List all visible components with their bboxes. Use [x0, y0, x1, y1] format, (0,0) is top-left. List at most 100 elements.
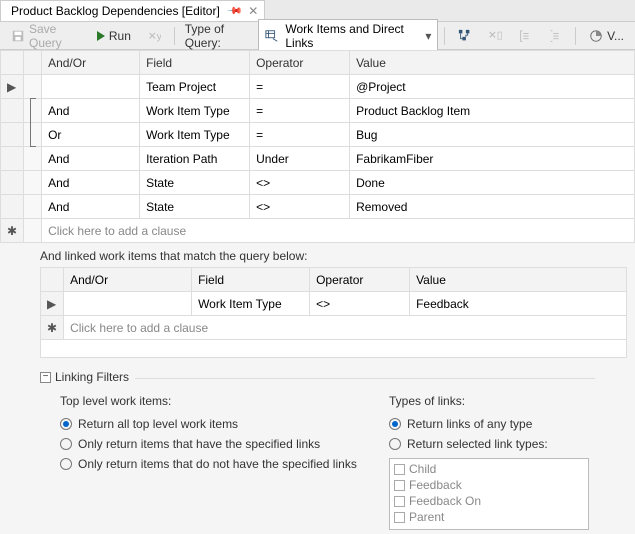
top-level-radio[interactable]: Only return items that have the specifie…	[60, 434, 369, 454]
close-icon[interactable]: ✕	[248, 4, 258, 18]
expander-icon[interactable]: −	[40, 372, 51, 383]
link-type-item[interactable]: Parent	[392, 509, 586, 525]
top-level-radio[interactable]: Return all top level work items	[60, 414, 369, 434]
linked-andor-header[interactable]: And/Or	[64, 268, 192, 292]
linked-clause-row[interactable]: ▶ Work Item Type<>Feedback	[41, 292, 627, 316]
operator-cell[interactable]: Under	[250, 147, 350, 171]
view-label: V...	[607, 29, 624, 43]
linking-filters-legend[interactable]: − Linking Filters	[40, 370, 135, 384]
andor-cell[interactable]: And	[42, 147, 140, 171]
field-cell[interactable]: Team Project	[140, 75, 250, 99]
view-button[interactable]: V...	[582, 25, 631, 47]
linked-intro: And linked work items that match the que…	[0, 243, 635, 263]
linked-new-clause-row[interactable]: ✱ Click here to add a clause	[41, 316, 627, 340]
group-header	[24, 51, 42, 75]
field-cell[interactable]: State	[140, 171, 250, 195]
field-header[interactable]: Field	[140, 51, 250, 75]
play-icon	[97, 31, 105, 41]
row-gutter: ▶	[1, 75, 24, 99]
link-types-label: Types of links:	[389, 394, 589, 408]
link-type-label: Child	[409, 462, 436, 476]
andor-cell[interactable]: And	[42, 99, 140, 123]
stop-button: ✕y	[140, 25, 168, 47]
clause-row[interactable]: AndState<>Removed	[1, 195, 635, 219]
operator-cell[interactable]: =	[250, 99, 350, 123]
operator-cell[interactable]: =	[250, 75, 350, 99]
operator-cell[interactable]: <>	[310, 292, 410, 316]
radio-label: Only return items that have the specifie…	[78, 437, 320, 451]
new-clause-placeholder[interactable]: Click here to add a clause	[42, 219, 635, 243]
tree-button[interactable]	[451, 25, 479, 47]
value-cell[interactable]: Bug	[350, 123, 635, 147]
field-cell[interactable]: State	[140, 195, 250, 219]
link-types-column: Types of links: Return links of any type…	[389, 394, 589, 530]
save-query-button[interactable]: Save Query	[4, 18, 88, 54]
link-type-radio[interactable]: Return links of any type	[389, 414, 589, 434]
checkbox-icon[interactable]	[394, 464, 405, 475]
group-cell	[24, 123, 42, 147]
radio-icon	[389, 438, 401, 450]
field-cell[interactable]: Iteration Path	[140, 147, 250, 171]
group-cell	[24, 171, 42, 195]
field-cell[interactable]: Work Item Type	[140, 123, 250, 147]
link-type-label: Feedback	[409, 478, 462, 492]
radio-label: Return all top level work items	[78, 417, 238, 431]
link-type-item[interactable]: Feedback	[392, 477, 586, 493]
new-clause-row[interactable]: ✱ Click here to add a clause	[1, 219, 635, 243]
radio-label: Only return items that do not have the s…	[78, 457, 357, 471]
operator-cell[interactable]: <>	[250, 171, 350, 195]
value-cell[interactable]: Done	[350, 171, 635, 195]
linked-field-header[interactable]: Field	[192, 268, 310, 292]
clause-row[interactable]: AndWork Item Type=Product Backlog Item	[1, 99, 635, 123]
new-row-gutter: ✱	[1, 219, 24, 243]
andor-cell[interactable]	[64, 292, 192, 316]
value-cell[interactable]: @Project	[350, 75, 635, 99]
linked-new-clause-placeholder[interactable]: Click here to add a clause	[64, 316, 627, 340]
andor-header[interactable]: And/Or	[42, 51, 140, 75]
clause-row[interactable]: ▶ Team Project=@Project	[1, 75, 635, 99]
link-type-item[interactable]: Feedback On	[392, 493, 586, 509]
value-cell[interactable]: FabrikamFiber	[350, 147, 635, 171]
clause-row[interactable]: OrWork Item Type=Bug	[1, 123, 635, 147]
andor-cell[interactable]: And	[42, 195, 140, 219]
stop-icon: ✕y	[147, 29, 161, 43]
checkbox-icon[interactable]	[394, 480, 405, 491]
linked-empty-row	[41, 340, 627, 358]
row-gutter: ▶	[41, 292, 64, 316]
query-type-select[interactable]: Work Items and Direct Links ▾	[258, 19, 438, 53]
value-cell[interactable]: Product Backlog Item	[350, 99, 635, 123]
row-gutter	[1, 123, 24, 147]
andor-cell[interactable]: And	[42, 171, 140, 195]
clause-row[interactable]: AndIteration PathUnderFabrikamFiber	[1, 147, 635, 171]
link-type-radio[interactable]: Return selected link types:	[389, 434, 589, 454]
checkbox-icon[interactable]	[394, 512, 405, 523]
value-header[interactable]: Value	[350, 51, 635, 75]
linked-new-row-gutter: ✱	[41, 316, 64, 340]
checkbox-icon[interactable]	[394, 496, 405, 507]
group-cell	[24, 99, 42, 123]
andor-cell[interactable]	[42, 75, 140, 99]
linked-value-header[interactable]: Value	[410, 268, 627, 292]
operator-cell[interactable]: <>	[250, 195, 350, 219]
clause-row[interactable]: AndState<>Done	[1, 171, 635, 195]
save-query-label: Save Query	[29, 22, 81, 50]
pin-icon[interactable]: 📌	[226, 3, 243, 20]
operator-header[interactable]: Operator	[250, 51, 350, 75]
field-cell[interactable]: Work Item Type	[140, 99, 250, 123]
link-type-label: Parent	[409, 510, 444, 524]
field-cell[interactable]: Work Item Type	[192, 292, 310, 316]
radio-icon	[389, 418, 401, 430]
row-gutter	[1, 195, 24, 219]
tree-icon	[458, 29, 472, 43]
value-cell[interactable]: Feedback	[410, 292, 627, 316]
value-cell[interactable]: Removed	[350, 195, 635, 219]
run-button[interactable]: Run	[90, 25, 138, 47]
link-types-list[interactable]: Child FeedbackFeedback OnParent	[389, 458, 589, 530]
top-level-radio[interactable]: Only return items that do not have the s…	[60, 454, 369, 474]
radio-icon	[60, 418, 72, 430]
linked-operator-header[interactable]: Operator	[310, 268, 410, 292]
link-type-item[interactable]: Child	[392, 461, 586, 477]
save-icon	[11, 29, 25, 43]
andor-cell[interactable]: Or	[42, 123, 140, 147]
operator-cell[interactable]: =	[250, 123, 350, 147]
